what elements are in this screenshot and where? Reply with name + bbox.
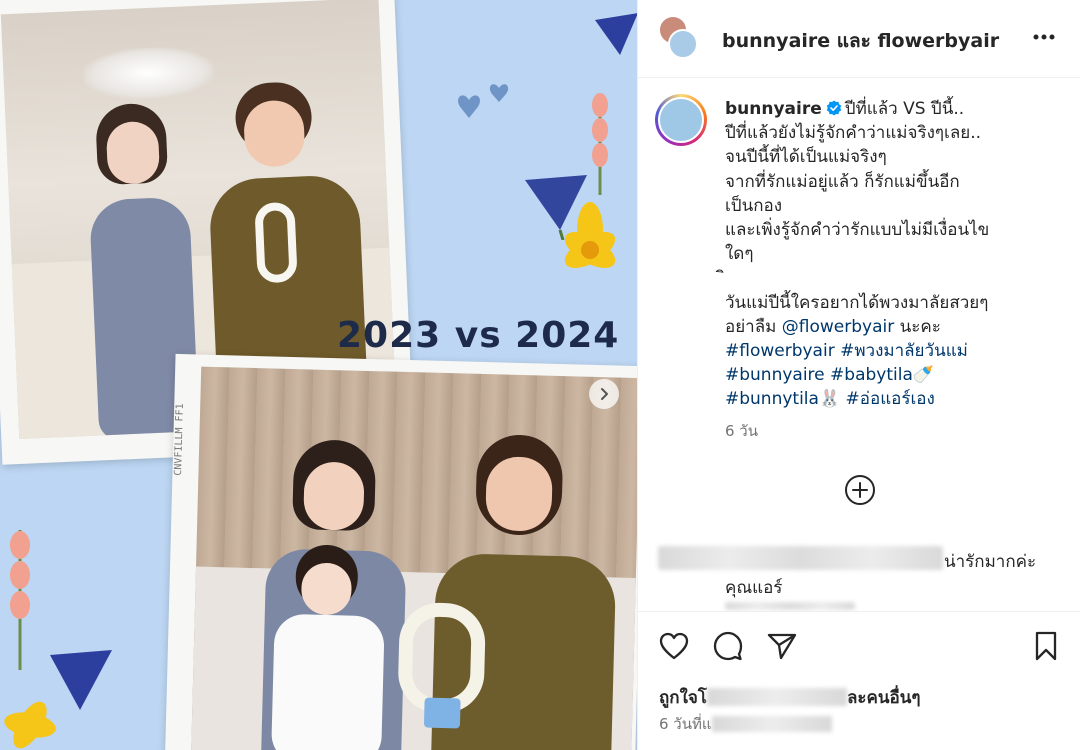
caption-line: #bunnytila🐰 #อ่อแอร์เอง — [725, 387, 1070, 411]
caption-line: #bunnyaire #babytila🍼 — [725, 363, 1070, 387]
send-paper-plane-icon — [767, 633, 797, 660]
blue-flower-decoration — [595, 13, 637, 55]
comment-text: คุณแอร์ — [725, 578, 783, 598]
caption-line: bunnyaire ปีที่แล้ว VS ปีนี้.. — [725, 97, 1070, 121]
redacted-date — [711, 716, 832, 732]
caption-text: และเพิ่งรู้จักคำว่ารักแบบไม่มีเงื่อนไข — [725, 220, 990, 241]
rabbit-emoji: 🐰 — [818, 389, 841, 410]
post-header-title[interactable]: bunnyaire และ flowerbyair — [722, 26, 999, 56]
redacted-comment-text — [658, 546, 943, 570]
photo-card-2024: CNVFILLM FF1 — [164, 353, 637, 750]
post-media[interactable]: 23 2023 vs 2024 — [0, 0, 637, 750]
caption-text: วันแม่ปีนี้ใครอยากได้พวงมาลัยสวยๆ — [725, 292, 989, 313]
caption-text: ปีที่แล้ว VS ปีนี้.. — [844, 99, 965, 119]
likes-prefix: ถูกใจโ — [659, 688, 707, 708]
yellow-flower-decoration — [564, 202, 616, 268]
verified-badge-icon — [826, 100, 841, 116]
caption-text: เป็นกอง — [725, 195, 783, 216]
save-bookmark-button[interactable] — [1029, 629, 1063, 663]
post-header: bunnyaire และ flowerbyair — [638, 0, 1080, 78]
hashtag-link[interactable]: #babytila — [830, 365, 913, 385]
year-comparison-caption: 2023 vs 2024 — [337, 315, 620, 356]
avatar[interactable] — [668, 29, 698, 59]
caption-text: ปีที่แล้วยังไม่รู้จักคำว่าแม่จริงๆเลย.. — [725, 123, 982, 144]
baby-bottle-emoji: 🍼 — [912, 365, 935, 386]
hashtag-link[interactable]: #bunnytila — [725, 389, 819, 409]
more-horizontal-icon — [1033, 34, 1055, 40]
caption-text: จนปีนี้ที่ได้เป็นแม่จริงๆ — [725, 147, 887, 168]
mention-link[interactable]: @flowerbyair — [782, 317, 894, 337]
caption-text: นะคะ — [894, 316, 941, 337]
caption-line: อย่าลืม @flowerbyair นะคะ — [725, 315, 1070, 339]
caption-username[interactable]: bunnyaire — [725, 99, 822, 119]
comment-bubble-icon — [713, 631, 743, 661]
hashtag-link[interactable]: #bunnyaire — [725, 365, 825, 385]
post-caption: bunnyaire ปีที่แล้ว VS ปีนี้.. ปีที่แล้วย… — [725, 97, 1070, 412]
caption-line: #flowerbyair #พวงมาลัยวันแม่ — [725, 339, 1070, 363]
post-date[interactable]: 6 วันที่แ — [659, 712, 832, 736]
redacted-likers — [706, 688, 847, 706]
film-tag: CNVFILLM FF1 — [173, 403, 186, 476]
caption-text: ใดๆ — [725, 244, 754, 265]
caption-text: จากที่รักแม่อยู่แล้ว ก็รักแม่ขึ้นอีก — [725, 171, 960, 192]
pink-flower-decoration — [592, 93, 608, 195]
post-date-prefix: 6 วันที่แ — [659, 715, 712, 733]
caption-text: ิ — [725, 266, 1070, 290]
hashtag-link[interactable]: #พวงมาลัยวันแม่ — [840, 341, 968, 361]
share-button[interactable] — [765, 629, 799, 663]
post-actions: ถูกใจโ ละคนอื่นๆ 6 วันที่แ — [638, 611, 1080, 750]
likes-summary[interactable]: ถูกใจโ ละคนอื่นๆ — [659, 684, 921, 711]
pink-flower-decoration — [10, 530, 30, 670]
caption-text: อย่าลืม — [725, 316, 782, 337]
like-button[interactable] — [657, 629, 691, 663]
photo-2024 — [190, 366, 637, 750]
hashtag-link[interactable]: #อ่อแอร์เอง — [846, 389, 935, 409]
comment-text: น่ารักมากค่ะ — [944, 552, 1037, 572]
chevron-right-icon — [601, 388, 608, 400]
caption-timestamp[interactable]: 6 วัน — [725, 419, 758, 443]
avatar[interactable] — [655, 94, 707, 146]
yellow-flower-decoration — [4, 701, 56, 749]
baby — [270, 544, 387, 750]
redacted-comment-text — [725, 602, 855, 610]
likes-suffix: ละคนอื่นๆ — [846, 688, 921, 708]
post-detail-panel: bunnyaire และ flowerbyair bunnyaire ปีที่… — [637, 0, 1080, 750]
plus-circle-icon — [845, 475, 875, 505]
garland-ribbon — [423, 697, 461, 729]
load-more-comments-button[interactable] — [843, 473, 877, 507]
bookmark-icon — [1035, 631, 1057, 661]
hashtag-link[interactable]: #flowerbyair — [725, 341, 835, 361]
next-slide-button[interactable] — [589, 379, 619, 409]
more-options-button[interactable] — [1029, 22, 1059, 52]
heart-decoration — [458, 84, 509, 118]
comment-button[interactable] — [711, 629, 745, 663]
avatar-image — [658, 97, 704, 143]
collab-avatars[interactable] — [658, 15, 698, 61]
heart-icon — [659, 632, 689, 660]
